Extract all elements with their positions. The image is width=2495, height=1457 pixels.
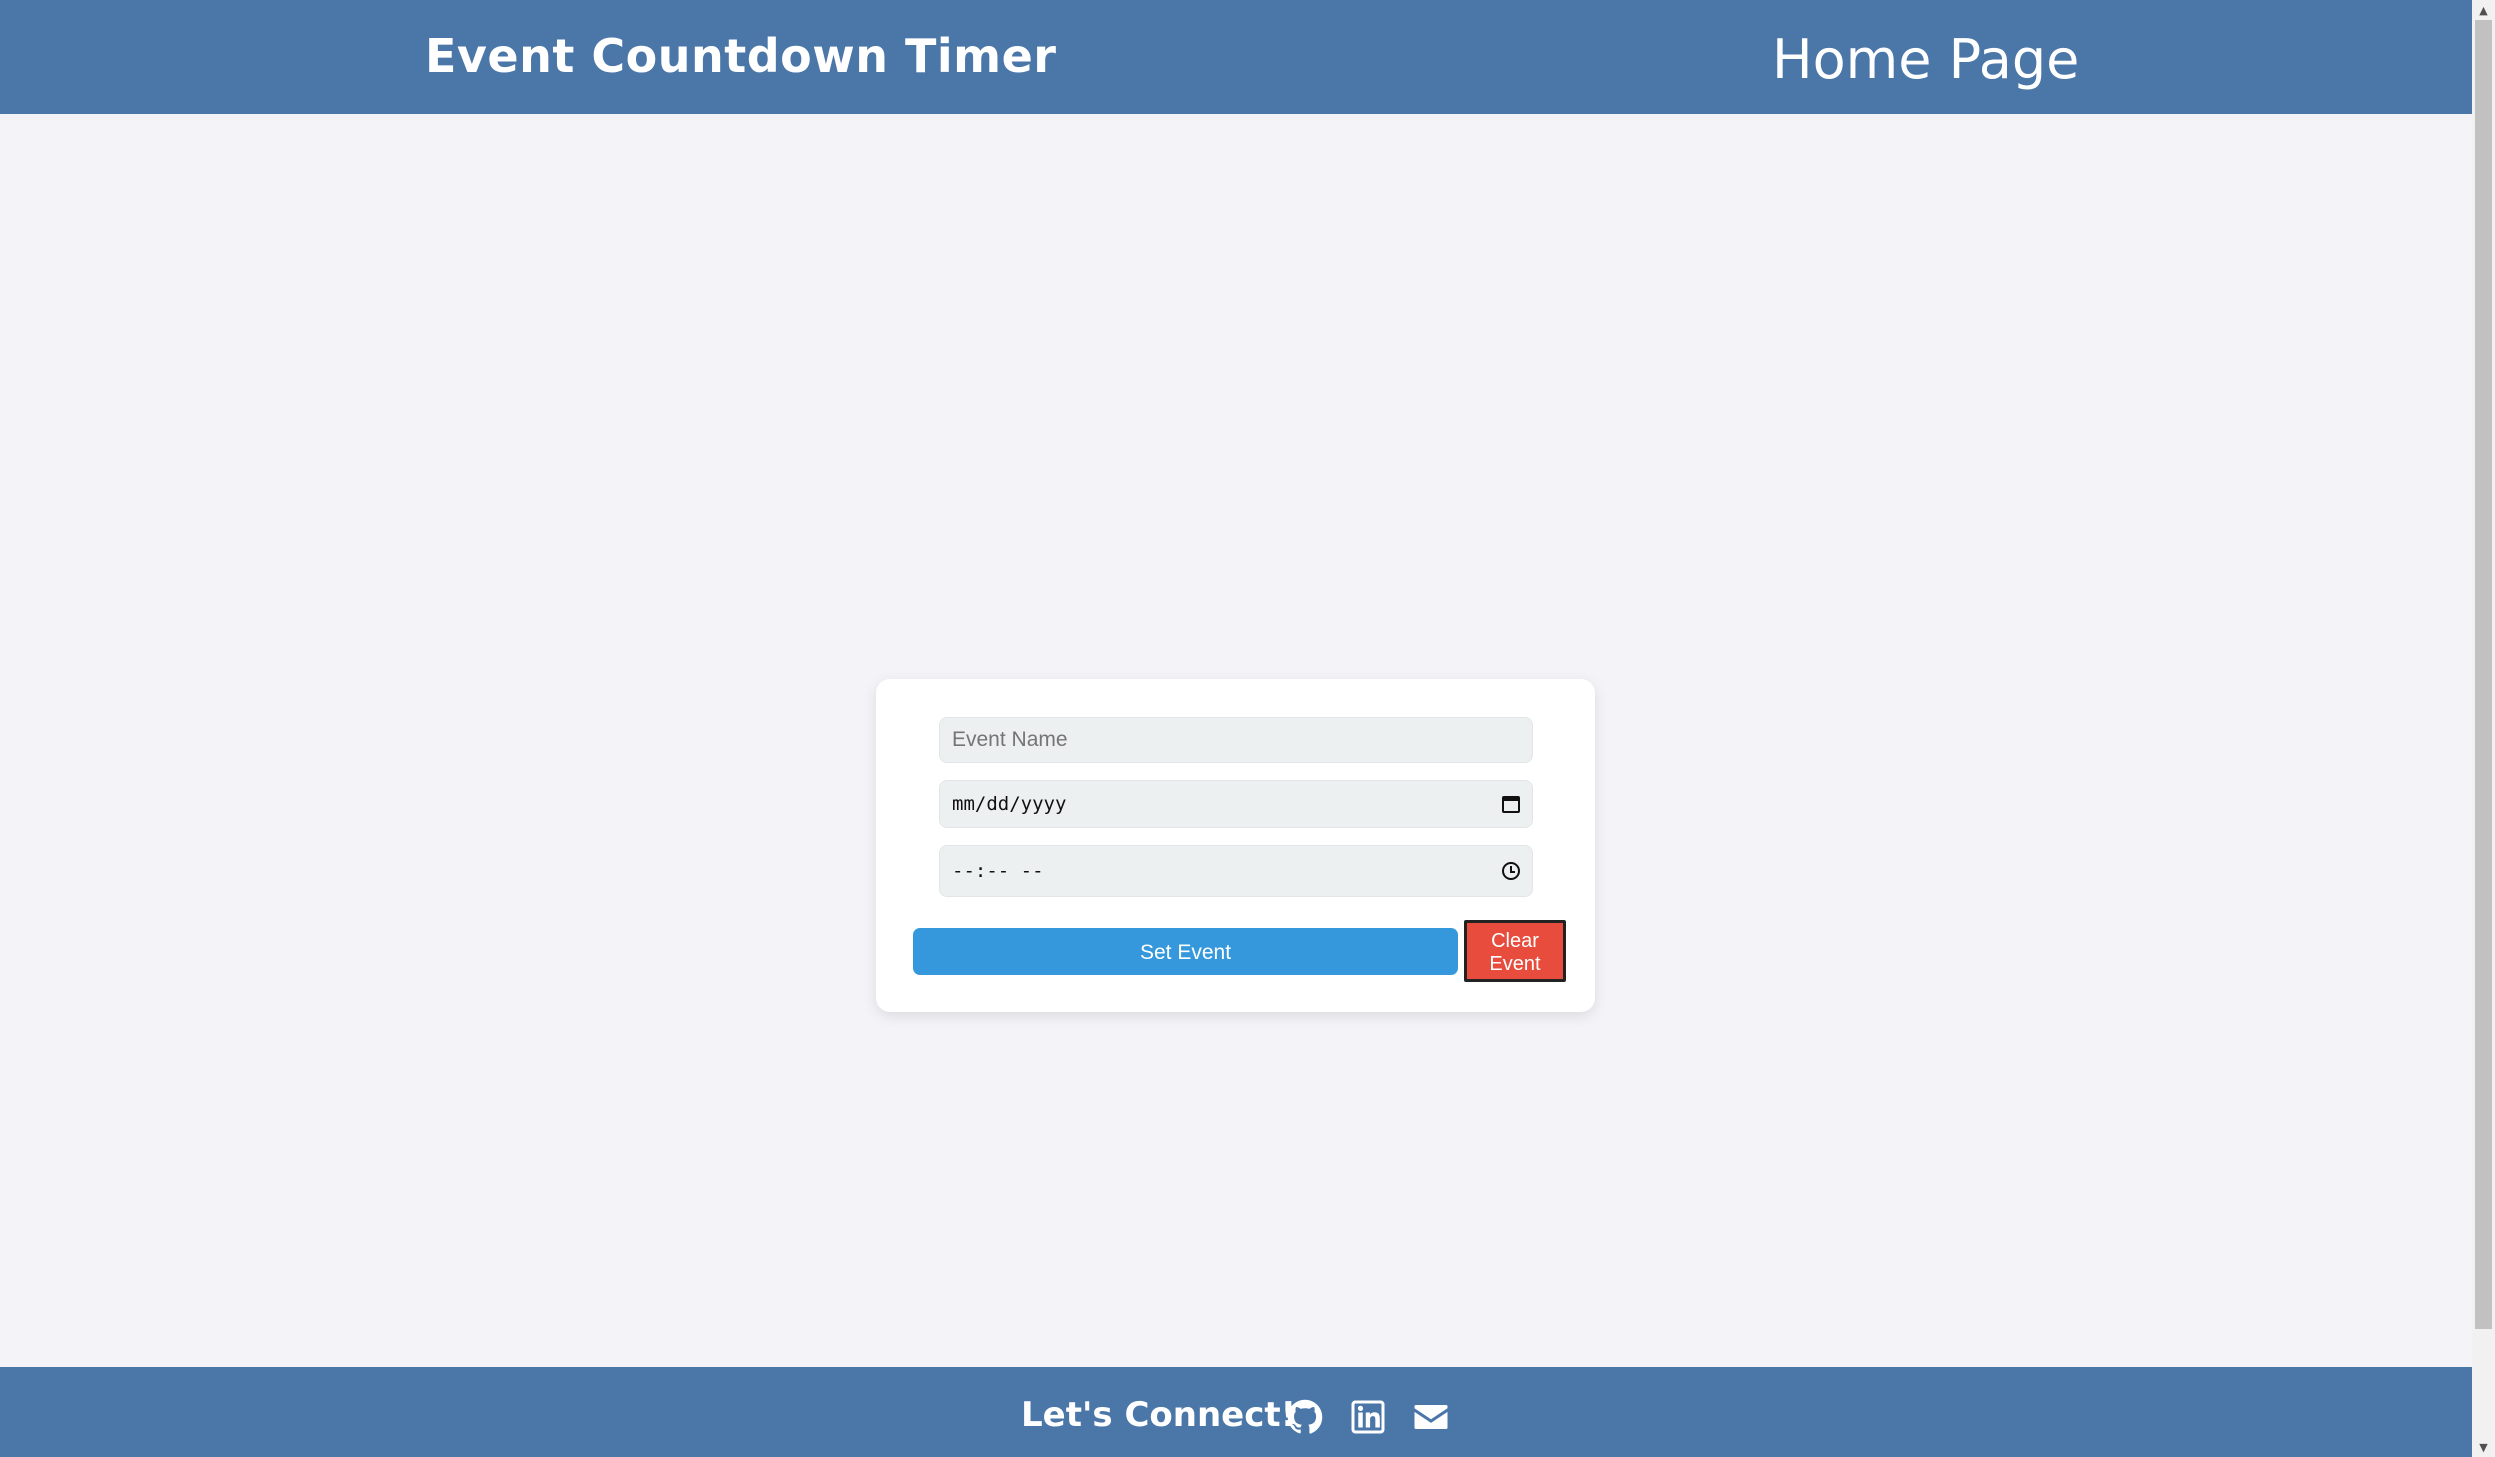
lets-connect-text: Let's Connect! xyxy=(1021,1395,1297,1435)
event-date-input[interactable]: mm/dd/yyyy xyxy=(939,780,1533,828)
clock-icon[interactable] xyxy=(1502,862,1520,880)
event-form-card: mm/dd/yyyy --:-- -- Set Event Clear Even… xyxy=(876,679,1595,1012)
set-event-button[interactable]: Set Event xyxy=(913,928,1458,975)
clear-event-button[interactable]: Clear Event xyxy=(1464,920,1566,982)
app-title: Event Countdown Timer xyxy=(425,29,1057,83)
top-header: Event Countdown Timer Home Page xyxy=(0,0,2472,114)
date-placeholder: mm/dd/yyyy xyxy=(952,793,1067,815)
scroll-up-arrow-icon[interactable]: ▲ xyxy=(2472,0,2495,20)
home-page-link[interactable]: Home Page xyxy=(1772,26,2079,94)
event-name-input[interactable] xyxy=(939,717,1533,763)
page: Event Countdown Timer Home Page mm/dd/yy… xyxy=(0,0,2495,1457)
time-placeholder: --:-- -- xyxy=(952,860,1044,882)
scroll-down-arrow-icon[interactable]: ▼ xyxy=(2472,1437,2495,1457)
github-icon[interactable] xyxy=(1287,1399,1323,1435)
scrollbar-thumb[interactable] xyxy=(2475,20,2492,1329)
linkedin-icon[interactable] xyxy=(1350,1399,1386,1435)
mail-icon[interactable] xyxy=(1413,1399,1449,1435)
footer: Let's Connect! xyxy=(0,1367,2472,1457)
vertical-scrollbar[interactable]: ▲ ▼ xyxy=(2472,0,2495,1457)
calendar-icon[interactable] xyxy=(1502,795,1520,813)
event-time-input[interactable]: --:-- -- xyxy=(939,845,1533,897)
